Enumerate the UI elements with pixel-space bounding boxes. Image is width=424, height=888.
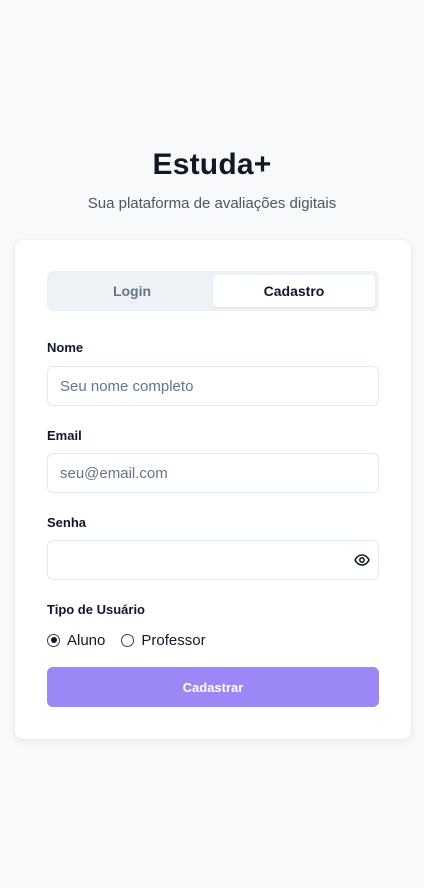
tab-login[interactable]: Login: [51, 275, 213, 307]
radio-professor[interactable]: [121, 633, 135, 647]
email-label: Email: [47, 428, 82, 443]
radio-selected-dot: [50, 637, 57, 643]
name-input[interactable]: [47, 366, 379, 406]
radio-aluno[interactable]: [47, 633, 60, 647]
password-label: Senha: [47, 515, 87, 530]
radio-label-professor: Professor: [141, 631, 206, 649]
app-subtitle: Sua plataforma de avaliações digitais: [87, 195, 337, 212]
signup-page: Estuda+ Sua plataforma de avaliações dig…: [0, 0, 424, 888]
user-type-label: Tipo de Usuário: [47, 602, 145, 617]
cadastrar-button[interactable]: Cadastrar: [47, 667, 379, 707]
eye-icon[interactable]: [353, 553, 371, 567]
auth-tabs: Login Cadastro: [47, 271, 379, 311]
user-type-radio-group: Aluno Professor: [47, 630, 222, 650]
auth-card: Login Cadastro Nome Email Senha Tipo de …: [15, 240, 411, 739]
tab-cadastro[interactable]: Cadastro: [213, 275, 375, 307]
name-label: Nome: [47, 340, 84, 355]
email-input[interactable]: [47, 453, 379, 493]
radio-option-aluno[interactable]: Aluno: [47, 632, 105, 649]
app-title: Estuda+: [152, 148, 272, 181]
password-input[interactable]: [47, 540, 379, 580]
radio-label-aluno: Aluno: [67, 631, 106, 649]
radio-option-professor[interactable]: Professor: [121, 631, 206, 649]
